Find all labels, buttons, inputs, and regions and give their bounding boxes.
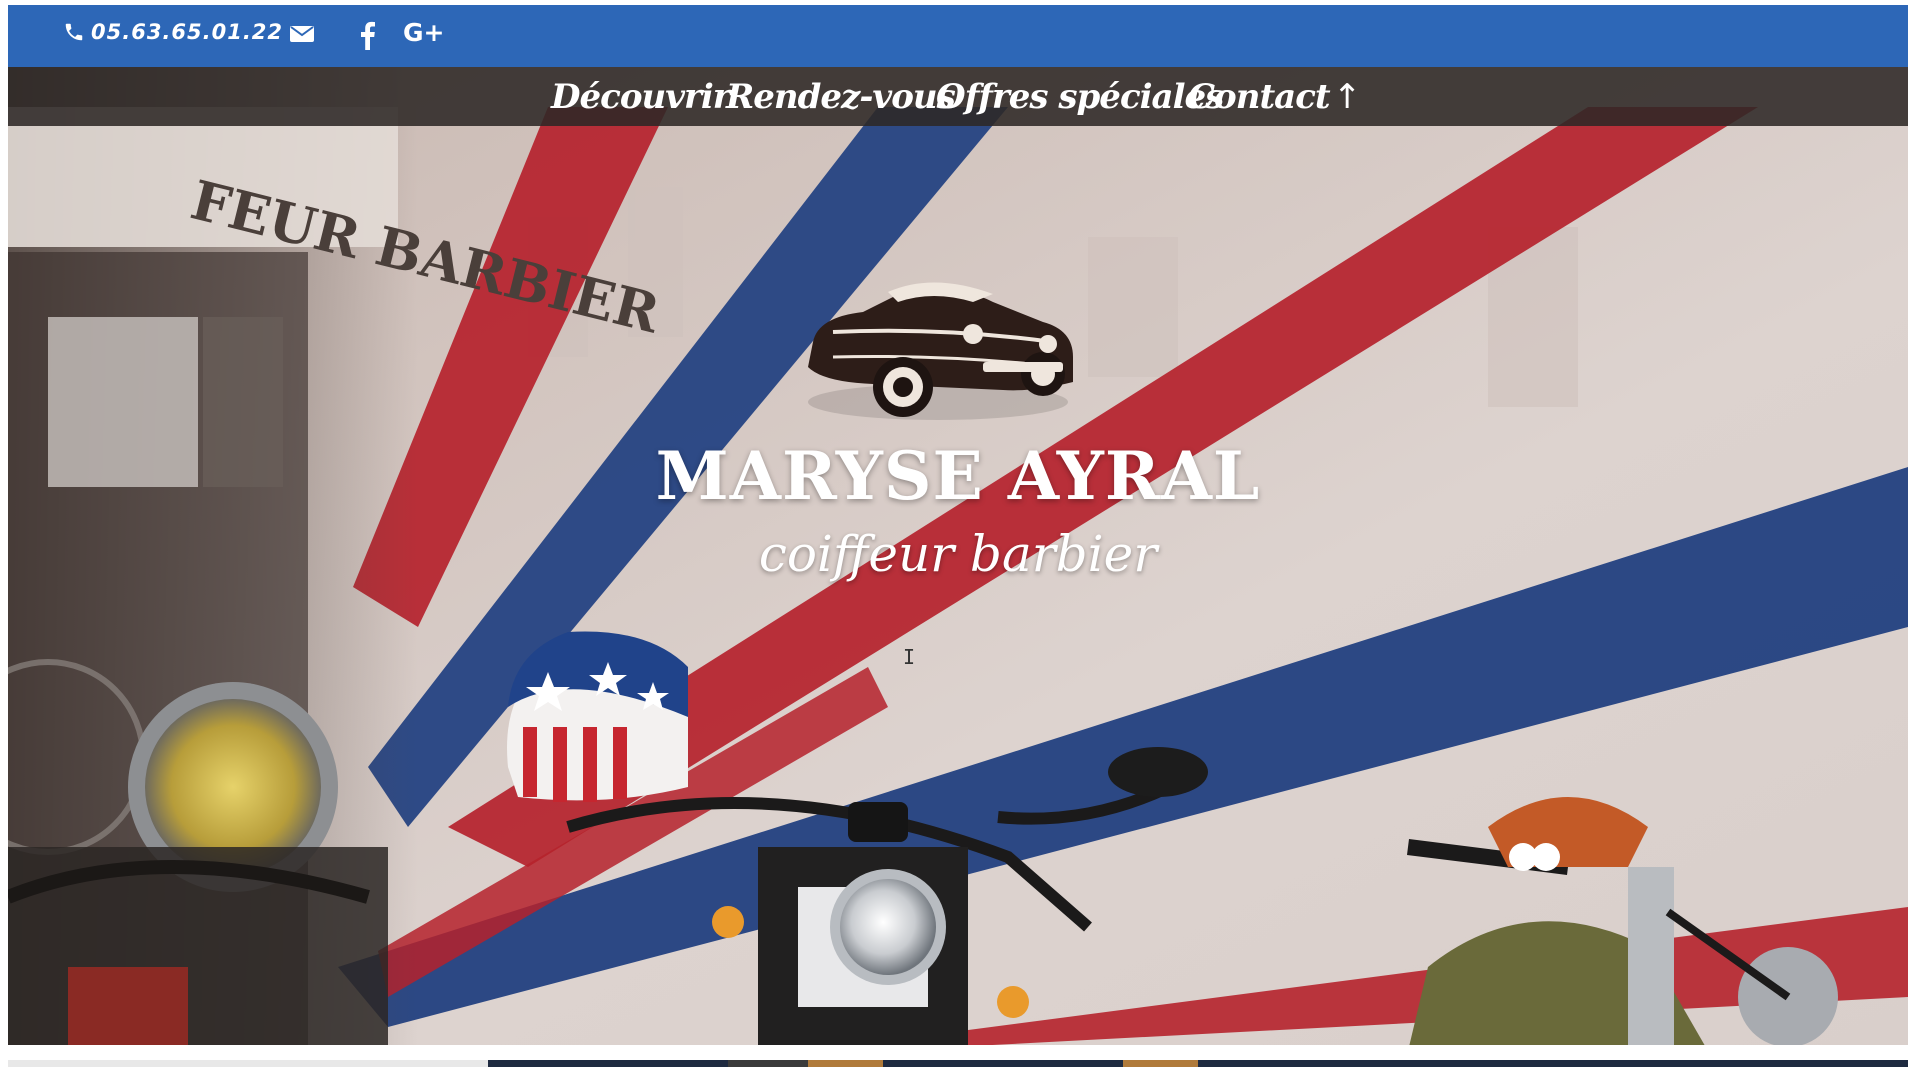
bottom-strip (0, 1055, 1913, 1067)
phone-link[interactable]: 05.63.65.01.22 (63, 20, 283, 44)
nav-item-rendez-vous[interactable]: Rendez-vous (726, 77, 956, 117)
main-nav: Découvrir Rendez-vous Offres spéciales C… (8, 67, 1908, 126)
text-cursor-icon: I (903, 645, 916, 669)
strip-segment (1198, 1060, 1908, 1067)
back-to-top-arrow-icon[interactable]: ↑ (1333, 77, 1361, 117)
vintage-car-logo (808, 282, 1073, 420)
strip-segment (728, 1060, 808, 1067)
google-plus-icon[interactable]: G+ (403, 18, 444, 48)
nav-item-contact[interactable]: Contact (1188, 77, 1331, 117)
hero-banner: FEUR BARBIER MARYSE AYRAL coiffeur barbi… (8, 67, 1908, 1045)
site-title: MARYSE AYRAL (655, 437, 1261, 515)
phone-icon (65, 23, 83, 41)
page: 05.63.65.01.22 G+ FEUR BARBIER MARYSE AY… (8, 5, 1908, 1045)
strip-segment (808, 1060, 883, 1067)
strip-segment (883, 1060, 1123, 1067)
strip-segment (1123, 1060, 1198, 1067)
site-subtitle: coiffeur barbier (758, 525, 1158, 583)
email-icon[interactable] (288, 18, 316, 53)
strip-segment (488, 1060, 728, 1067)
top-bar: 05.63.65.01.22 G+ (8, 5, 1908, 67)
strip-segment (8, 1060, 488, 1067)
facebook-icon[interactable] (358, 18, 378, 57)
nav-item-decouvrir[interactable]: Découvrir (551, 77, 731, 117)
phone-number: 05.63.65.01.22 (91, 20, 284, 44)
nav-item-offres-speciales[interactable]: Offres spéciales (936, 77, 1224, 117)
